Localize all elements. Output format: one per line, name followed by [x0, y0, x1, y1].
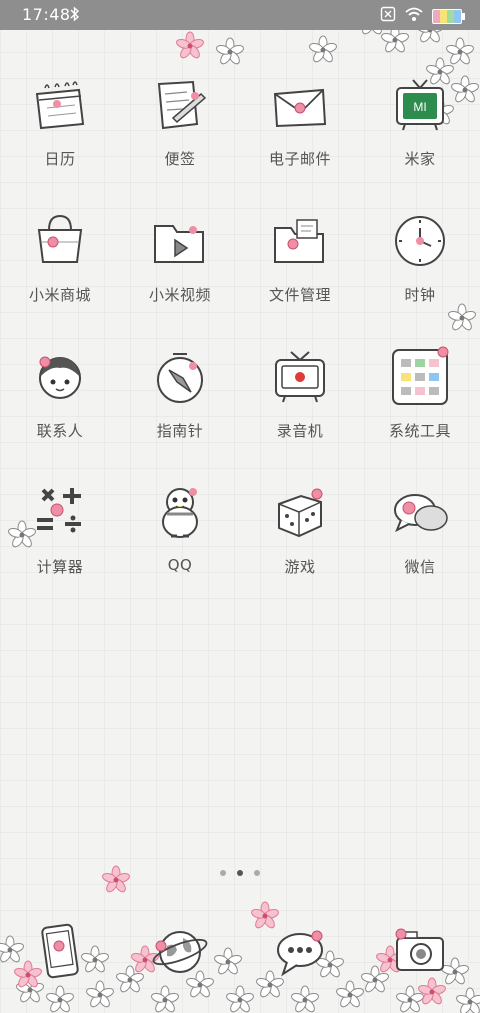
- app-label: 时钟: [404, 286, 436, 304]
- page-dot-active[interactable]: [237, 870, 243, 876]
- calendar-icon: [35, 81, 85, 130]
- status-bar: 17:48: [0, 0, 480, 30]
- camera-icon: [395, 928, 444, 971]
- battery-icon: [432, 8, 465, 24]
- app-file-manager[interactable]: 文件管理: [240, 194, 360, 330]
- phone-icon: [41, 923, 79, 979]
- page-indicator: [0, 870, 480, 876]
- dock-browser[interactable]: [120, 912, 240, 982]
- app-label: 微信: [404, 558, 436, 576]
- mijia-tv-icon: MI: [396, 79, 444, 131]
- dock-camera[interactable]: [360, 912, 480, 982]
- dock-phone[interactable]: [0, 912, 120, 982]
- app-mijia[interactable]: MI 米家: [360, 58, 480, 194]
- app-mi-video[interactable]: 小米视频: [120, 194, 240, 330]
- bluetooth-icon: [70, 6, 80, 26]
- dock-messages[interactable]: [240, 912, 360, 982]
- calculator-icon: [37, 488, 81, 533]
- app-contacts[interactable]: 联系人: [0, 330, 120, 466]
- contacts-girl-icon: [39, 356, 81, 399]
- app-label: 系统工具: [388, 422, 451, 440]
- recorder-tv-icon: [275, 351, 325, 403]
- app-label: 指南针: [156, 422, 204, 440]
- app-grid: 日历 便签 电子邮件 MI 米家 小米商城 小米视频 文件管理 时钟 联系人 指…: [0, 58, 480, 602]
- notes-icon: [157, 80, 207, 130]
- app-games[interactable]: 游戏: [240, 466, 360, 602]
- system-tools-icon: [392, 346, 449, 405]
- svg-text:MI: MI: [413, 100, 426, 114]
- app-label: 文件管理: [268, 286, 331, 304]
- app-clock[interactable]: 时钟: [360, 194, 480, 330]
- app-label: 电子邮件: [268, 150, 331, 168]
- dice-icon: [278, 488, 323, 538]
- app-label: 联系人: [36, 422, 84, 440]
- qq-penguin-icon: [162, 488, 198, 538]
- close-box-icon: [380, 6, 396, 26]
- app-label: 计算器: [36, 558, 84, 576]
- app-label: QQ: [167, 556, 193, 574]
- messages-bubble-icon: [277, 930, 323, 977]
- app-label: 便签: [164, 150, 196, 168]
- app-calculator[interactable]: 计算器: [0, 466, 120, 602]
- browser-globe-icon: [152, 931, 208, 973]
- status-time: 17:48: [22, 5, 71, 24]
- mail-icon: [273, 88, 327, 128]
- wifi-icon: [404, 6, 424, 26]
- clock-icon: [395, 216, 445, 266]
- app-compass[interactable]: 指南针: [120, 330, 240, 466]
- page-dot[interactable]: [254, 870, 260, 876]
- app-system-tools[interactable]: 系统工具: [360, 330, 480, 466]
- video-folder-icon: [154, 225, 204, 263]
- dock: [0, 912, 480, 982]
- app-label: 录音机: [276, 422, 324, 440]
- file-folder-icon: [274, 219, 324, 263]
- app-notes[interactable]: 便签: [120, 58, 240, 194]
- app-label: 小米视频: [148, 286, 211, 304]
- app-qq[interactable]: QQ: [120, 466, 240, 602]
- shopping-bag-icon: [37, 214, 83, 263]
- app-label: 日历: [44, 150, 76, 168]
- app-recorder[interactable]: 录音机: [240, 330, 360, 466]
- compass-icon: [157, 353, 203, 403]
- app-label: 米家: [404, 150, 436, 168]
- app-calendar[interactable]: 日历: [0, 58, 120, 194]
- app-label: 游戏: [284, 558, 316, 576]
- page-dot[interactable]: [220, 870, 226, 876]
- app-label: 小米商城: [28, 286, 91, 304]
- wechat-bubble-icon: [394, 494, 448, 533]
- app-wechat[interactable]: 微信: [360, 466, 480, 602]
- app-email[interactable]: 电子邮件: [240, 58, 360, 194]
- app-mi-store[interactable]: 小米商城: [0, 194, 120, 330]
